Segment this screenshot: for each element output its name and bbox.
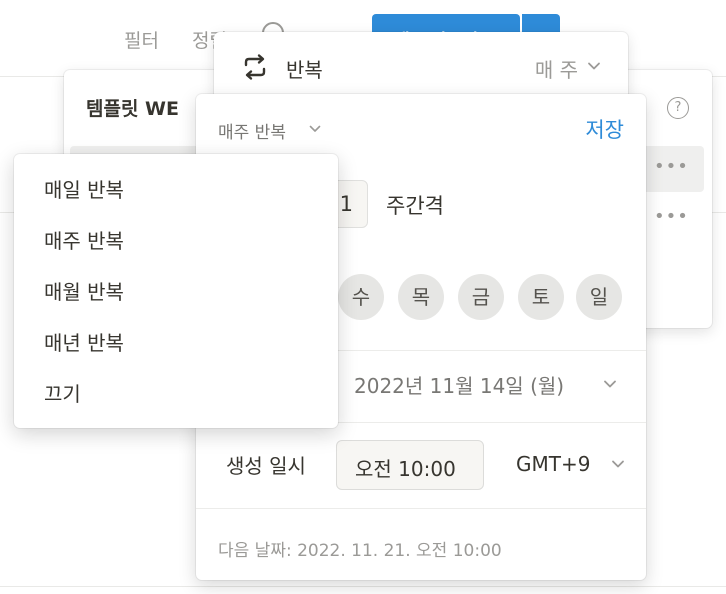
chevron-down-icon bbox=[588, 62, 600, 70]
question-circle-icon[interactable]: ? bbox=[667, 97, 689, 119]
chevron-down-icon bbox=[612, 460, 624, 468]
next-date-text: 다음 날짜: 2022. 11. 21. 오전 10:00 bbox=[218, 541, 502, 561]
day-chip-saturday[interactable]: 토 bbox=[518, 274, 564, 320]
timezone-select[interactable]: GMT+9 bbox=[516, 452, 590, 476]
repeat-icon bbox=[244, 54, 266, 80]
day-chip-sunday[interactable]: 일 bbox=[576, 274, 622, 320]
menu-item-yearly[interactable]: 매년 반복 bbox=[14, 321, 338, 372]
repeat-frequency-select[interactable]: 매 주 bbox=[535, 54, 578, 83]
day-chip-thursday[interactable]: 목 bbox=[398, 274, 444, 320]
ellipsis-icon[interactable]: ••• bbox=[654, 156, 689, 177]
day-chip-wednesday[interactable]: 수 bbox=[338, 274, 384, 320]
menu-item-monthly[interactable]: 매월 반복 bbox=[14, 270, 338, 321]
menu-item-off[interactable]: 끄기 bbox=[14, 372, 338, 423]
frequency-select[interactable]: 매주 반복 bbox=[218, 118, 286, 143]
divider bbox=[0, 586, 726, 587]
time-label: 생성 일시 bbox=[226, 454, 306, 478]
filter-button[interactable]: 필터 bbox=[124, 26, 159, 53]
frequency-dropdown: 매일 반복 매주 반복 매월 반복 매년 반복 끄기 bbox=[14, 154, 338, 428]
menu-item-weekly[interactable]: 매주 반복 bbox=[14, 219, 338, 270]
repeat-label: 반복 bbox=[286, 58, 323, 82]
day-chip-friday[interactable]: 금 bbox=[458, 274, 504, 320]
ellipsis-icon[interactable]: ••• bbox=[654, 206, 689, 227]
chevron-down-icon bbox=[604, 380, 616, 388]
start-date-select[interactable]: 2022년 11월 14일 (월) bbox=[354, 370, 564, 399]
template-title: 템플릿 WE bbox=[86, 98, 179, 120]
menu-item-daily[interactable]: 매일 반복 bbox=[14, 168, 338, 219]
save-button[interactable]: 저장 bbox=[585, 114, 624, 144]
interval-unit: 주간격 bbox=[386, 194, 444, 218]
divider bbox=[196, 508, 646, 509]
time-input[interactable]: 오전 10:00 bbox=[336, 440, 484, 490]
chevron-down-icon bbox=[309, 125, 321, 132]
